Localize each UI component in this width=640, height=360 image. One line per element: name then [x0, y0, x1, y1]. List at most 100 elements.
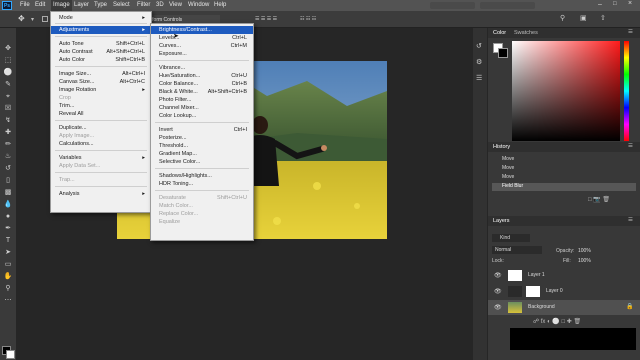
- brush-tool-icon[interactable]: ✏: [3, 140, 13, 149]
- fill-value[interactable]: 100%: [578, 258, 591, 264]
- menu-item-auto-color[interactable]: Auto Color Shift+Ctrl+B: [51, 56, 151, 64]
- workspace-switcher[interactable]: [480, 2, 535, 9]
- panel-menu-icon[interactable]: ☰: [628, 143, 633, 149]
- menu-item-image-size[interactable]: Image Size... Alt+Ctrl+I: [51, 70, 151, 78]
- align-icons[interactable]: ☰ ☰ ☰ ☰: [255, 16, 277, 22]
- menu-item-vibrance[interactable]: Vibrance...: [151, 64, 253, 72]
- menu-type[interactable]: Type: [94, 2, 107, 8]
- layer-row[interactable]: 👁 Layer 1: [488, 268, 640, 283]
- menu-item-channel-mixer[interactable]: Channel Mixer...: [151, 104, 253, 112]
- visibility-eye-icon[interactable]: 👁: [494, 304, 502, 311]
- panel-menu-icon[interactable]: ☰: [628, 217, 633, 223]
- menu-edit[interactable]: Edit: [35, 2, 45, 8]
- snapshot-icon[interactable]: □ 📷 🗑: [588, 196, 610, 203]
- menu-item-hdr-toning[interactable]: HDR Toning...: [151, 180, 253, 188]
- history-item[interactable]: Move: [492, 174, 636, 182]
- hue-slider[interactable]: [624, 41, 629, 141]
- eyedropper-icon[interactable]: ↯: [3, 116, 13, 125]
- tab-swatches[interactable]: Swatches: [514, 30, 538, 36]
- menu-item-trim[interactable]: Trim...: [51, 102, 151, 110]
- history-item[interactable]: Move: [492, 156, 636, 164]
- menu-layer[interactable]: Layer: [74, 2, 89, 8]
- history-item[interactable]: Move: [492, 165, 636, 173]
- menu-item-brightness-contrast[interactable]: Brightness/Contrast...: [151, 26, 253, 34]
- history-brush-icon[interactable]: ↺: [3, 164, 13, 173]
- menu-help[interactable]: Help: [214, 2, 226, 8]
- layer-row[interactable]: 👁 Layer 0: [488, 284, 640, 299]
- chevron-down-icon[interactable]: ▾: [31, 16, 34, 23]
- dodge-tool-icon[interactable]: ●: [3, 212, 13, 221]
- visibility-eye-icon[interactable]: 👁: [494, 288, 502, 295]
- menu-item-posterize[interactable]: Posterize...: [151, 134, 253, 142]
- clone-stamp-icon[interactable]: ♨: [3, 152, 13, 161]
- blend-mode-select[interactable]: Normal: [492, 246, 542, 254]
- layer-row-selected[interactable]: 👁 Background 🔒: [488, 300, 640, 315]
- type-tool-icon[interactable]: T: [3, 236, 13, 245]
- lasso-tool-icon[interactable]: ⚪: [3, 68, 13, 77]
- adjust-icon[interactable]: ⚙: [476, 58, 482, 66]
- minimize-icon[interactable]: –: [598, 1, 602, 8]
- menu-item-shadows-highlights[interactable]: Shadows/Highlights...: [151, 172, 253, 180]
- menu-item-curves[interactable]: Curves... Ctrl+M: [151, 42, 253, 50]
- zoom-tool-icon[interactable]: ⚲: [3, 284, 13, 293]
- opacity-value[interactable]: 100%: [578, 248, 591, 254]
- frame-tool-icon[interactable]: ☒: [3, 104, 13, 113]
- menu-item-selective-color[interactable]: Selective Color...: [151, 158, 253, 166]
- close-icon[interactable]: ×: [628, 0, 632, 7]
- marquee-tool-icon[interactable]: ⬚: [3, 56, 13, 65]
- move-tool-icon[interactable]: ✥: [18, 14, 25, 23]
- menu-item-variables[interactable]: Variables ▸: [51, 154, 151, 162]
- background-swatch[interactable]: [498, 48, 508, 58]
- hand-tool-icon[interactable]: ✋: [3, 272, 13, 281]
- maximize-icon[interactable]: □: [613, 1, 617, 7]
- panel-menu-icon[interactable]: ☰: [628, 29, 633, 35]
- menu-item-color-balance[interactable]: Color Balance... Ctrl+B: [151, 80, 253, 88]
- properties-icon[interactable]: ☰: [476, 74, 482, 82]
- menu-item-gradient-map[interactable]: Gradient Map...: [151, 150, 253, 158]
- menu-item-photo-filter[interactable]: Photo Filter...: [151, 96, 253, 104]
- blur-tool-icon[interactable]: 💧: [3, 200, 13, 209]
- path-select-icon[interactable]: ➤: [3, 248, 13, 257]
- pen-tool-icon[interactable]: ✒: [3, 224, 13, 233]
- tab-color[interactable]: Color: [493, 30, 506, 36]
- layer-filter-kind[interactable]: Kind: [492, 234, 530, 242]
- more-tools-icon[interactable]: ⋯: [3, 296, 13, 305]
- menu-select[interactable]: Select: [113, 2, 130, 8]
- menu-item-black-white[interactable]: Black & White... Alt+Shift+Ctrl+B: [151, 88, 253, 96]
- search-icon[interactable]: ⚲: [560, 14, 565, 22]
- menu-item-adjustments[interactable]: Adjustments ▸: [51, 26, 151, 34]
- healing-brush-icon[interactable]: ✚: [3, 128, 13, 137]
- menu-item-levels[interactable]: Levels... Ctrl+L: [151, 34, 253, 42]
- menu-3d[interactable]: 3D: [156, 2, 164, 8]
- menu-item-mode[interactable]: Mode ▸: [51, 14, 151, 22]
- menu-view[interactable]: View: [169, 2, 182, 8]
- menu-window[interactable]: Window: [188, 2, 209, 8]
- history-icon[interactable]: ↺: [476, 42, 482, 50]
- background-color-swatch[interactable]: [6, 350, 15, 359]
- menu-image[interactable]: Image: [51, 0, 72, 11]
- rectangle-tool-icon[interactable]: ▭: [3, 260, 13, 269]
- menu-item-reveal-all[interactable]: Reveal All: [51, 110, 151, 118]
- move-tool-icon[interactable]: ✥: [3, 44, 13, 53]
- tab-history[interactable]: History: [493, 144, 510, 150]
- crop-tool-icon[interactable]: ⌖: [3, 92, 13, 101]
- menu-item-auto-tone[interactable]: Auto Tone Shift+Ctrl+L: [51, 40, 151, 48]
- eraser-tool-icon[interactable]: ▯: [3, 176, 13, 185]
- menu-item-color-lookup[interactable]: Color Lookup...: [151, 112, 253, 120]
- search-box[interactable]: [430, 2, 475, 9]
- workspace-icon[interactable]: ▣: [580, 14, 587, 22]
- share-icon[interactable]: ⇧: [600, 14, 606, 22]
- menu-item-invert[interactable]: Invert Ctrl+I: [151, 126, 253, 134]
- gradient-tool-icon[interactable]: ▩: [3, 188, 13, 197]
- auto-select-checkbox[interactable]: [42, 16, 48, 22]
- distribute-icons[interactable]: ☷ ☷ ☷: [300, 16, 316, 22]
- menu-item-canvas-size[interactable]: Canvas Size... Alt+Ctrl+C: [51, 78, 151, 86]
- tab-layers[interactable]: Layers: [493, 218, 510, 224]
- menu-item-image-rotation[interactable]: Image Rotation ▸: [51, 86, 151, 94]
- quick-select-icon[interactable]: ✎: [3, 80, 13, 89]
- menu-item-analysis[interactable]: Analysis ▸: [51, 190, 151, 198]
- menu-filter[interactable]: Filter: [137, 2, 150, 8]
- menu-item-threshold[interactable]: Threshold...: [151, 142, 253, 150]
- visibility-eye-icon[interactable]: 👁: [494, 272, 502, 279]
- layer-actions-icons[interactable]: ☍ fx ◐ ⚪ □ ✚ 🗑: [533, 318, 581, 325]
